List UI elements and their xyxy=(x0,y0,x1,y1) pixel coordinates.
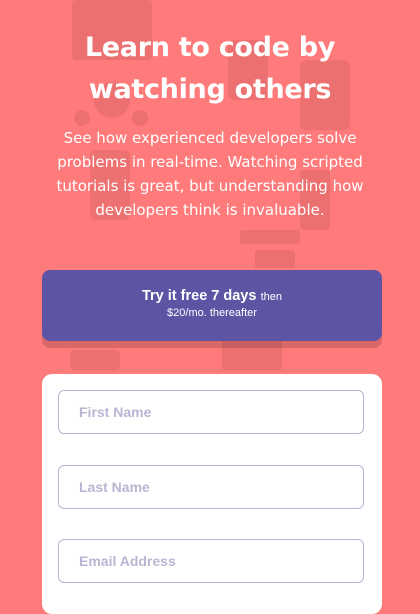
signup-form-card xyxy=(42,374,382,614)
page-title-line-2: watching others xyxy=(88,74,332,105)
free-trial-offer: Try it free 7 days xyxy=(141,288,257,304)
last-name-field[interactable] xyxy=(58,465,364,509)
page-subtitle: See how experienced developers solve pro… xyxy=(56,129,364,219)
email-field[interactable] xyxy=(58,539,364,583)
free-trial-banner[interactable]: Try it free 7 days then $20/mo. thereaft… xyxy=(42,270,382,341)
free-trial-headline: Try it free 7 days then xyxy=(42,288,382,304)
page-title-line-1: Learn to code by xyxy=(84,32,336,63)
first-name-field[interactable] xyxy=(58,390,364,434)
free-trial-price: $20/mo. thereafter xyxy=(167,307,257,319)
page-title: Learn to code by watching others xyxy=(0,27,420,111)
free-trial-then: then xyxy=(260,291,282,303)
